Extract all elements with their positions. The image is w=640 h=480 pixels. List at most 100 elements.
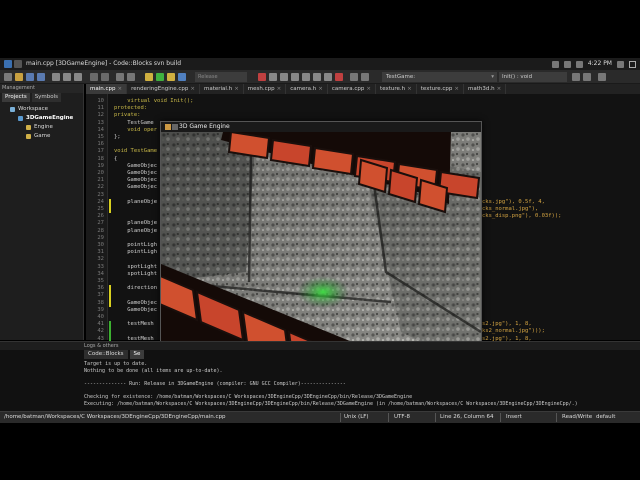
debug-windows-icon[interactable] bbox=[350, 73, 358, 81]
cut-icon[interactable] bbox=[52, 73, 60, 81]
line-number: 38 bbox=[97, 299, 104, 306]
status-file-path: /home/batman/Workspaces/C Workspaces/3DE… bbox=[4, 414, 226, 420]
close-tab-icon[interactable]: × bbox=[190, 86, 195, 92]
close-tab-icon[interactable]: × bbox=[497, 86, 502, 92]
line-number: 28 bbox=[97, 227, 104, 234]
tree-item-engine[interactable]: Engine bbox=[0, 123, 83, 132]
line-number: 17 bbox=[97, 148, 104, 155]
clock[interactable]: 4:22 PM bbox=[588, 58, 612, 70]
log-line: Checking for existence: /home/batman/Wor… bbox=[84, 394, 413, 400]
rebuild-icon[interactable] bbox=[178, 73, 186, 81]
file-tab-label: math3d.h bbox=[467, 86, 495, 92]
close-tab-icon[interactable]: × bbox=[407, 86, 412, 92]
letterbox-top bbox=[0, 0, 640, 58]
build-gear-icon[interactable] bbox=[145, 73, 153, 81]
toggle-bookmark-icon[interactable] bbox=[598, 73, 606, 81]
game-window-title-bar[interactable]: 3D Game Engine bbox=[161, 122, 481, 132]
file-tab[interactable]: camera.cpp × bbox=[328, 84, 377, 94]
line-number: 37 bbox=[97, 292, 104, 299]
status-encoding: UTF-8 bbox=[394, 414, 411, 420]
line-number: 31 bbox=[97, 249, 104, 256]
game-viewport[interactable] bbox=[161, 132, 481, 371]
code-token: pointLigh bbox=[114, 249, 158, 256]
run-icon[interactable] bbox=[156, 73, 164, 81]
log-line: Executing: /home/batman/Workspaces/C Wor… bbox=[84, 400, 578, 407]
file-tab[interactable]: mesh.cpp × bbox=[244, 84, 287, 94]
tree-item-project[interactable]: 3DGameEngine bbox=[0, 114, 83, 123]
next-line-icon[interactable] bbox=[280, 73, 288, 81]
step-into-icon[interactable] bbox=[291, 73, 299, 81]
code-token: void oper bbox=[114, 126, 158, 133]
file-tab[interactable]: main.cpp × bbox=[86, 84, 128, 94]
window-title-bar: main.cpp [3DGameEngine] - Code::Blocks s… bbox=[0, 58, 640, 70]
code-line: GameObjec bbox=[114, 300, 157, 307]
jump-forward-icon[interactable] bbox=[583, 73, 591, 81]
function-select[interactable]: Init() : void bbox=[499, 72, 567, 82]
line-number: 30 bbox=[97, 242, 104, 248]
undo-icon[interactable] bbox=[90, 73, 98, 81]
copy-icon[interactable] bbox=[63, 73, 71, 81]
tree-item-game[interactable]: Game bbox=[0, 132, 83, 141]
close-tab-icon[interactable]: × bbox=[318, 86, 323, 92]
jump-back-icon[interactable] bbox=[572, 73, 580, 81]
tree-item-workspace[interactable]: Workspace bbox=[0, 105, 83, 114]
logs-panel: Logs & others Code::Blocks Se Target is … bbox=[0, 341, 640, 411]
scope-select-value: TestGame: bbox=[386, 74, 416, 80]
run-to-cursor-icon[interactable] bbox=[269, 73, 277, 81]
change-marker bbox=[109, 198, 111, 214]
file-tab[interactable]: texture.h × bbox=[376, 84, 417, 94]
file-tab[interactable]: texture.cpp × bbox=[417, 84, 464, 94]
file-tab[interactable]: material.h × bbox=[200, 84, 244, 94]
window-maximize-icon[interactable] bbox=[629, 60, 636, 68]
tab-search-results[interactable]: Se bbox=[129, 350, 145, 359]
save-all-icon[interactable] bbox=[37, 73, 45, 81]
line-number: 23 bbox=[97, 191, 104, 198]
code-line: GameObjec bbox=[114, 170, 157, 177]
stop-debugger-icon[interactable] bbox=[335, 73, 343, 81]
main-toolbar: Release TestGame: ▾ Init() : void bbox=[0, 70, 640, 84]
close-tab-icon[interactable]: × bbox=[366, 86, 371, 92]
code-line: spotLight bbox=[114, 271, 157, 278]
close-tab-icon[interactable]: × bbox=[277, 86, 282, 92]
break-icon[interactable] bbox=[324, 73, 332, 81]
close-tab-icon[interactable]: × bbox=[118, 86, 123, 92]
paste-icon[interactable] bbox=[74, 73, 82, 81]
redo-icon[interactable] bbox=[101, 73, 109, 81]
new-file-icon[interactable] bbox=[4, 73, 12, 81]
close-tab-icon[interactable]: × bbox=[234, 86, 239, 92]
scope-select[interactable]: TestGame: ▾ bbox=[382, 72, 497, 82]
code-line-tail: s2.jpg"), 1, 8, bbox=[482, 321, 532, 328]
step-out-icon[interactable] bbox=[302, 73, 310, 81]
close-icon[interactable] bbox=[172, 124, 178, 130]
debug-info-icon[interactable] bbox=[361, 73, 369, 81]
tab-symbols[interactable]: Symbols bbox=[31, 93, 62, 102]
status-divider bbox=[435, 413, 436, 422]
mail-icon[interactable] bbox=[563, 60, 571, 68]
code-line: GameObjec bbox=[114, 163, 157, 170]
debug-icon[interactable] bbox=[258, 73, 266, 81]
game-window[interactable]: 3D Game Engine bbox=[160, 121, 482, 372]
app-menu-icon[interactable] bbox=[4, 60, 12, 68]
window-menu-icon[interactable] bbox=[14, 60, 22, 68]
find-icon[interactable] bbox=[116, 73, 124, 81]
volume-icon[interactable] bbox=[575, 60, 583, 68]
tab-projects[interactable]: Projects bbox=[2, 93, 30, 102]
file-tab[interactable]: camera.h × bbox=[286, 84, 328, 94]
code-token: GameObjec bbox=[114, 299, 158, 306]
network-icon[interactable] bbox=[551, 60, 559, 68]
save-icon[interactable] bbox=[26, 73, 34, 81]
power-icon[interactable] bbox=[617, 60, 624, 68]
file-tab[interactable]: renderingEngine.cpp × bbox=[127, 84, 200, 94]
build-target-select[interactable]: Release bbox=[195, 72, 247, 82]
code-token: planeObje bbox=[114, 220, 158, 227]
status-bar: /home/batman/Workspaces/C Workspaces/3DE… bbox=[0, 411, 640, 423]
replace-icon[interactable] bbox=[127, 73, 135, 81]
next-instruction-icon[interactable] bbox=[313, 73, 321, 81]
file-tab[interactable]: math3d.h × bbox=[464, 84, 507, 94]
line-number: 14 bbox=[97, 126, 104, 133]
status-mode: Insert bbox=[506, 414, 522, 420]
build-run-icon[interactable] bbox=[167, 73, 175, 81]
open-file-icon[interactable] bbox=[15, 73, 23, 81]
close-tab-icon[interactable]: × bbox=[454, 86, 459, 92]
tab-code-blocks-log[interactable]: Code::Blocks bbox=[84, 350, 128, 359]
